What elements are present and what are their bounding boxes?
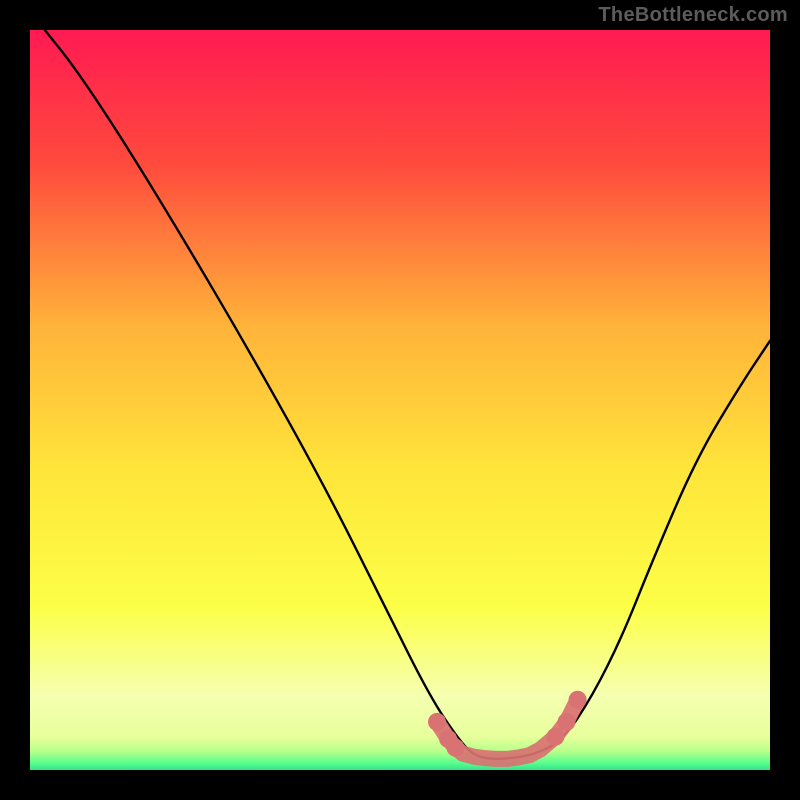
- watermark-text: TheBottleneck.com: [598, 4, 788, 27]
- optimal-zone-dot: [558, 713, 576, 731]
- optimal-zone-dot: [546, 728, 564, 746]
- chart-stage: TheBottleneck.com: [0, 0, 800, 800]
- optimal-zone-dot: [569, 691, 587, 709]
- bottleneck-chart: [30, 30, 770, 770]
- gradient-background: [30, 30, 770, 770]
- optimal-zone-dot: [428, 713, 446, 731]
- optimal-zone-dot: [447, 739, 465, 757]
